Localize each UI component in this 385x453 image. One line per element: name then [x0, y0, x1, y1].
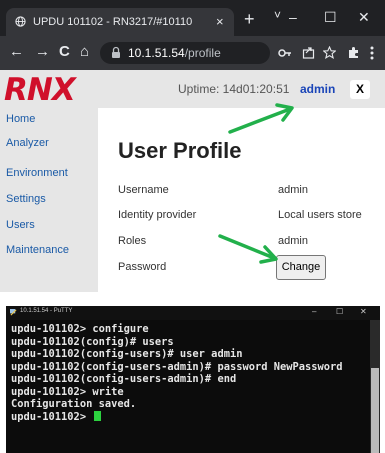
putty-close-button[interactable]: ✕ — [360, 307, 367, 316]
url-text: 10.1.51.54/profile — [128, 46, 221, 60]
extensions-icon[interactable] — [347, 46, 360, 59]
password-label: Password — [118, 261, 167, 273]
home-button[interactable]: ⌂ — [80, 44, 89, 60]
sidebar-item-analyzer[interactable]: Analyzer — [6, 137, 49, 149]
terminal-line: updu-101102(config-users-admin)# passwor… — [11, 360, 343, 373]
annotation-arrow-to-change — [218, 234, 278, 264]
terminal-line: updu-101102> write — [11, 385, 124, 398]
minimize-button[interactable]: – — [289, 9, 297, 25]
site-header: RNX Uptime: 14d01:20:51 admin X — [0, 70, 385, 108]
sidebar-item-environment[interactable]: Environment — [6, 167, 68, 179]
url-host: 10.1.51.54 — [128, 46, 185, 60]
menu-icon[interactable] — [370, 46, 374, 60]
uptime-text: Uptime: 14d01:20:51 — [178, 82, 290, 96]
putty-scrollbar-thumb[interactable] — [371, 368, 379, 453]
terminal-prompt: updu-101102> — [11, 410, 93, 423]
username-label: Username — [118, 184, 169, 196]
separator-gap — [0, 292, 385, 306]
browser-window: UPDU 101102 - RN3217/#10110 × + ˅ – ☐ ✕ … — [0, 0, 385, 292]
share-icon[interactable] — [302, 46, 315, 59]
maximize-button[interactable]: ☐ — [324, 9, 337, 26]
roles-label: Roles — [118, 235, 147, 247]
logout-button[interactable]: X — [350, 80, 370, 99]
site-info-icon[interactable] — [110, 46, 122, 59]
putty-minimize-button[interactable]: – — [312, 307, 316, 316]
back-button[interactable]: ← — [9, 44, 24, 60]
username-value: admin — [278, 184, 308, 196]
browser-tab[interactable]: UPDU 101102 - RN3217/#10110 × — [6, 8, 234, 36]
new-tab-button[interactable]: + — [244, 10, 255, 28]
putty-maximize-button[interactable]: ☐ — [336, 307, 343, 316]
terminal-line: updu-101102(config-users-admin)# end — [11, 373, 237, 385]
sidebar-item-maintenance[interactable]: Maintenance — [6, 244, 69, 256]
browser-toolbar: ← → C ⌂ 10.1.51.54/profile — [0, 36, 385, 70]
putty-scrollbar[interactable] — [370, 320, 380, 453]
rnx-logo: RNX — [4, 72, 76, 108]
identity-provider-value: Local users store — [278, 209, 362, 221]
identity-provider-label: Identity provider — [118, 209, 197, 221]
bookmark-star-icon[interactable] — [323, 46, 336, 59]
address-bar[interactable]: 10.1.51.54/profile — [100, 42, 270, 64]
user-profile-link[interactable]: admin — [300, 82, 335, 96]
tab-search-icon[interactable]: ˅ — [274, 8, 281, 22]
sidebar: Home Analyzer Environment Settings Users… — [0, 108, 98, 292]
close-window-button[interactable]: ✕ — [358, 9, 370, 26]
terminal-line: updu-101102(config)# users — [11, 335, 174, 348]
key-icon[interactable] — [278, 48, 292, 58]
reload-button[interactable]: C — [59, 44, 70, 60]
terminal-cursor — [94, 410, 102, 421]
url-path: /profile — [184, 46, 221, 60]
tab-bar: UPDU 101102 - RN3217/#10110 × + ˅ – ☐ ✕ — [0, 0, 385, 36]
putty-title-bar: 10.1.51.54 - PuTTY – ☐ ✕ — [6, 306, 380, 320]
page-title: User Profile — [118, 138, 242, 163]
forward-button[interactable]: → — [35, 44, 50, 60]
tab-close-icon[interactable]: × — [216, 14, 224, 29]
putty-terminal-window: 10.1.51.54 - PuTTY – ☐ ✕ updu-101102> co… — [6, 306, 380, 453]
putty-app-icon — [10, 309, 17, 316]
globe-icon — [15, 16, 26, 27]
sidebar-item-settings[interactable]: Settings — [6, 193, 46, 205]
sidebar-item-home[interactable]: Home — [6, 113, 35, 125]
terminal-line: Configuration saved. — [11, 398, 137, 410]
terminal-line: updu-101102(config-users)# user admin — [11, 348, 243, 360]
annotation-arrow-to-admin — [228, 103, 294, 134]
sidebar-item-users[interactable]: Users — [6, 219, 35, 231]
terminal-line: updu-101102> configure — [11, 323, 149, 335]
putty-title: 10.1.51.54 - PuTTY — [20, 308, 73, 314]
tab-title: UPDU 101102 - RN3217/#10110 — [33, 16, 193, 28]
terminal-prompt-line: updu-101102> — [11, 410, 369, 424]
terminal-output[interactable]: updu-101102> configure updu-101102(confi… — [11, 323, 369, 423]
